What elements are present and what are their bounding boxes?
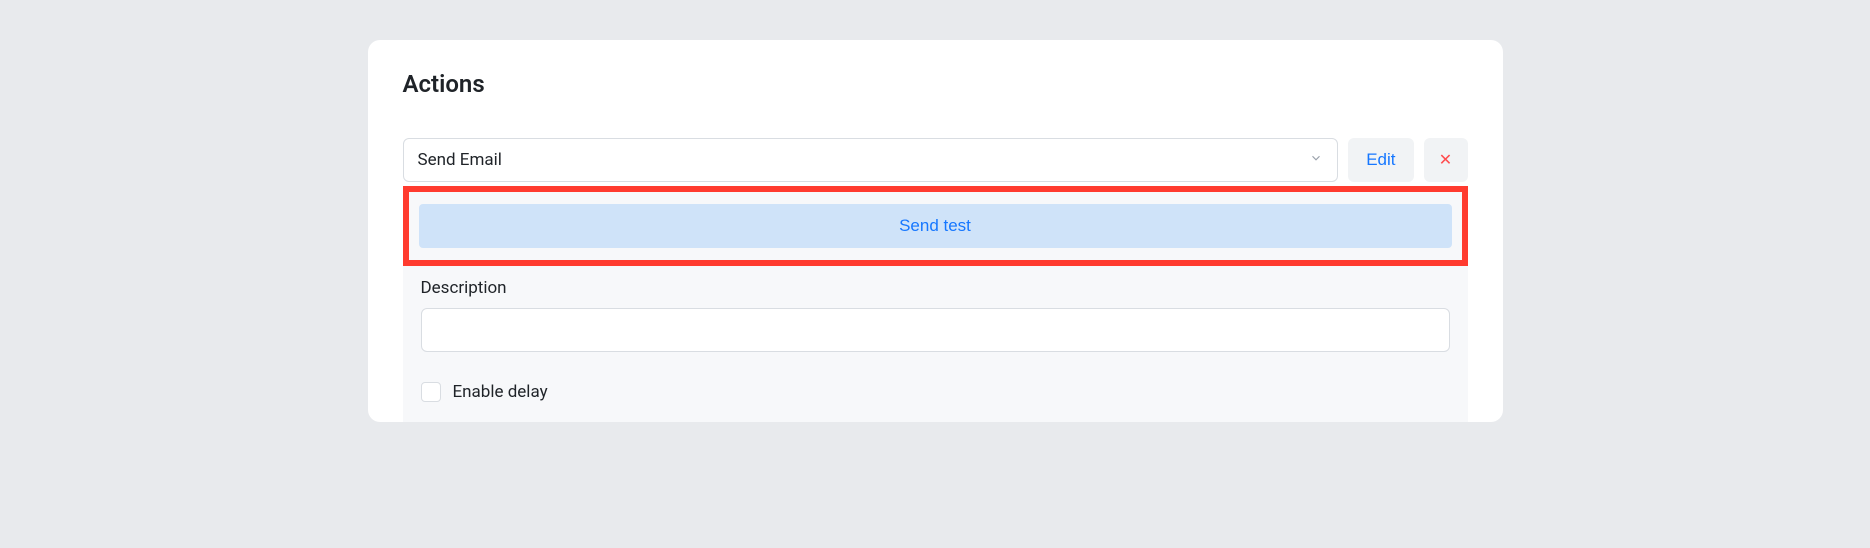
enable-delay-label: Enable delay [453,382,548,402]
send-test-highlight: Send test [403,186,1468,266]
description-label: Description [421,278,1450,298]
remove-button[interactable]: ✕ [1424,138,1468,182]
enable-delay-checkbox[interactable] [421,382,441,402]
action-type-select-wrap: Send Email [403,138,1339,182]
chevron-down-icon [1309,150,1323,170]
action-type-select[interactable]: Send Email [403,138,1339,182]
action-type-selected-label: Send Email [418,150,502,170]
send-test-button[interactable]: Send test [419,204,1452,248]
action-header-row: Send Email Edit ✕ [403,138,1468,182]
edit-button[interactable]: Edit [1348,138,1413,182]
description-input[interactable] [421,308,1450,352]
actions-card: Actions Send Email Edit ✕ Send test [368,40,1503,422]
close-icon: ✕ [1439,150,1452,170]
action-details-panel: Description Enable delay [403,266,1468,422]
section-title: Actions [403,70,1468,98]
enable-delay-row: Enable delay [421,382,1450,402]
